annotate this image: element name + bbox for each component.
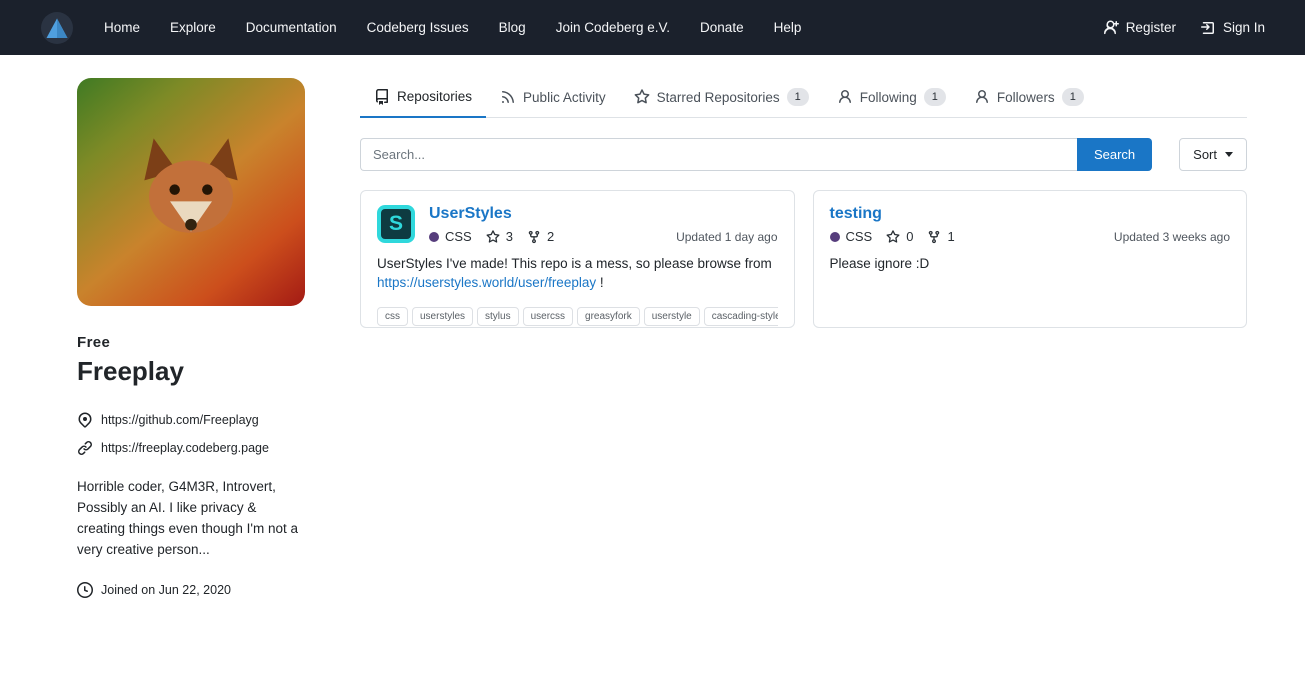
profile-website-page[interactable]: https://freeplay.codeberg.page	[77, 440, 305, 456]
nav-item-home[interactable]: Home	[89, 0, 155, 55]
tab-public-activity-label: Public Activity	[523, 90, 606, 105]
repo-topics: css userstyles stylus usercss greasyfork…	[377, 307, 778, 326]
profile-bio: Horrible coder, G4M3R, Introvert, Possib…	[77, 477, 305, 561]
star-icon	[486, 230, 500, 244]
register-label: Register	[1126, 20, 1176, 35]
profile-joined: Joined on Jun 22, 2020	[77, 582, 305, 598]
tab-public-activity[interactable]: Public Activity	[486, 78, 620, 117]
navbar: Home Explore Documentation Codeberg Issu…	[0, 0, 1305, 55]
star-count: 3	[506, 229, 513, 244]
language-label: CSS	[445, 229, 472, 244]
sign-in-button[interactable]: Sign In	[1200, 20, 1265, 36]
repo-meta: CSS 0 1	[830, 229, 963, 244]
repo-card-userstyles: S UserStyles CSS 3	[360, 190, 795, 328]
nav-item-explore[interactable]: Explore	[155, 0, 231, 55]
repo-link-userstyles[interactable]: UserStyles	[429, 205, 562, 223]
repo-description-end: !	[600, 275, 604, 290]
tab-repositories-label: Repositories	[397, 89, 472, 104]
profile-username: Freeplay	[77, 356, 305, 387]
tab-repositories[interactable]: Repositories	[360, 78, 486, 118]
repo-updated: Updated 3 weeks ago	[1114, 230, 1230, 244]
repo-card-testing: testing CSS 0 1	[813, 190, 1248, 328]
sign-in-label: Sign In	[1223, 20, 1265, 35]
nav-item-blog[interactable]: Blog	[484, 0, 541, 55]
topic-tag[interactable]: stylus	[477, 307, 519, 326]
profile-website-page-text: https://freeplay.codeberg.page	[101, 441, 269, 455]
topic-tag[interactable]: cascading-style-sheets	[704, 307, 778, 326]
language-dot	[830, 232, 840, 242]
repo-description: Please ignore :D	[830, 255, 1231, 274]
sign-in-icon	[1200, 20, 1216, 36]
clock-icon	[77, 582, 93, 598]
nav-item-join-codeberg[interactable]: Join Codeberg e.V.	[541, 0, 685, 55]
repo-meta: CSS 3 2	[429, 229, 562, 244]
repo-description-text: UserStyles I've made! This repo is a mes…	[377, 256, 772, 271]
main-content: Repositories Public Activity Starred Rep…	[360, 78, 1247, 598]
star-count: 0	[906, 229, 913, 244]
avatar[interactable]	[77, 78, 305, 306]
person-icon	[837, 89, 853, 105]
sort-dropdown-button[interactable]: Sort	[1179, 138, 1247, 171]
repo-avatar-letter: S	[389, 212, 403, 236]
tab-starred-repositories[interactable]: Starred Repositories 1	[620, 78, 823, 117]
tab-followers[interactable]: Followers 1	[960, 78, 1098, 117]
repo-updated: Updated 1 day ago	[676, 230, 777, 244]
profile-tabs: Repositories Public Activity Starred Rep…	[360, 78, 1247, 118]
starred-count-badge: 1	[787, 88, 809, 106]
language-dot	[429, 232, 439, 242]
star-icon	[634, 89, 650, 105]
repo-description-link[interactable]: https://userstyles.world/user/freeplay	[377, 275, 596, 290]
search-input-group: Search	[360, 138, 1152, 171]
link-icon	[77, 440, 93, 456]
fork-icon	[527, 230, 541, 244]
repo-description: UserStyles I've made! This repo is a mes…	[377, 255, 778, 293]
sort-label: Sort	[1193, 147, 1217, 162]
register-button[interactable]: Register	[1103, 20, 1176, 36]
profile-joined-text: Joined on Jun 22, 2020	[101, 583, 231, 597]
tab-followers-label: Followers	[997, 90, 1055, 105]
tab-following[interactable]: Following 1	[823, 78, 960, 117]
search-button[interactable]: Search	[1077, 138, 1152, 171]
topic-tag[interactable]: greasyfork	[577, 307, 640, 326]
nav-item-help[interactable]: Help	[759, 0, 817, 55]
nav-item-donate[interactable]: Donate	[685, 0, 759, 55]
repo-avatar-userstyles[interactable]: S	[377, 205, 415, 243]
rss-icon	[500, 89, 516, 105]
repo-search-row: Search Sort	[360, 138, 1247, 171]
star-icon	[886, 230, 900, 244]
chevron-down-icon	[1225, 152, 1233, 157]
topic-tag[interactable]: css	[377, 307, 408, 326]
codeberg-mountain-icon	[41, 12, 73, 44]
topic-tag[interactable]: usercss	[523, 307, 573, 326]
fork-count: 2	[547, 229, 554, 244]
person-plus-icon	[1103, 20, 1119, 36]
codeberg-logo[interactable]	[41, 12, 73, 44]
following-count-badge: 1	[924, 88, 946, 106]
repo-link-testing[interactable]: testing	[830, 205, 963, 223]
profile-sidebar: Free Freeplay https://github.com/Freepla…	[77, 78, 305, 598]
followers-count-badge: 1	[1062, 88, 1084, 106]
repo-icon	[374, 89, 390, 105]
profile-website-github[interactable]: https://github.com/Freeplayg	[77, 412, 305, 428]
repo-description-text: Please ignore :D	[830, 256, 930, 271]
profile-full-name: Free	[77, 334, 305, 351]
person-icon	[974, 89, 990, 105]
location-pin-icon	[77, 412, 93, 428]
fork-count: 1	[947, 229, 954, 244]
search-input[interactable]	[360, 138, 1077, 171]
fox-image	[121, 122, 261, 262]
topic-tag[interactable]: userstyle	[644, 307, 700, 326]
nav-item-codeberg-issues[interactable]: Codeberg Issues	[352, 0, 484, 55]
tab-starred-label: Starred Repositories	[657, 90, 780, 105]
tab-following-label: Following	[860, 90, 917, 105]
fork-icon	[927, 230, 941, 244]
profile-website-github-text: https://github.com/Freeplayg	[101, 413, 259, 427]
topic-tag[interactable]: userstyles	[412, 307, 473, 326]
nav-item-documentation[interactable]: Documentation	[231, 0, 352, 55]
repository-list: S UserStyles CSS 3	[360, 190, 1247, 328]
language-label: CSS	[846, 229, 873, 244]
